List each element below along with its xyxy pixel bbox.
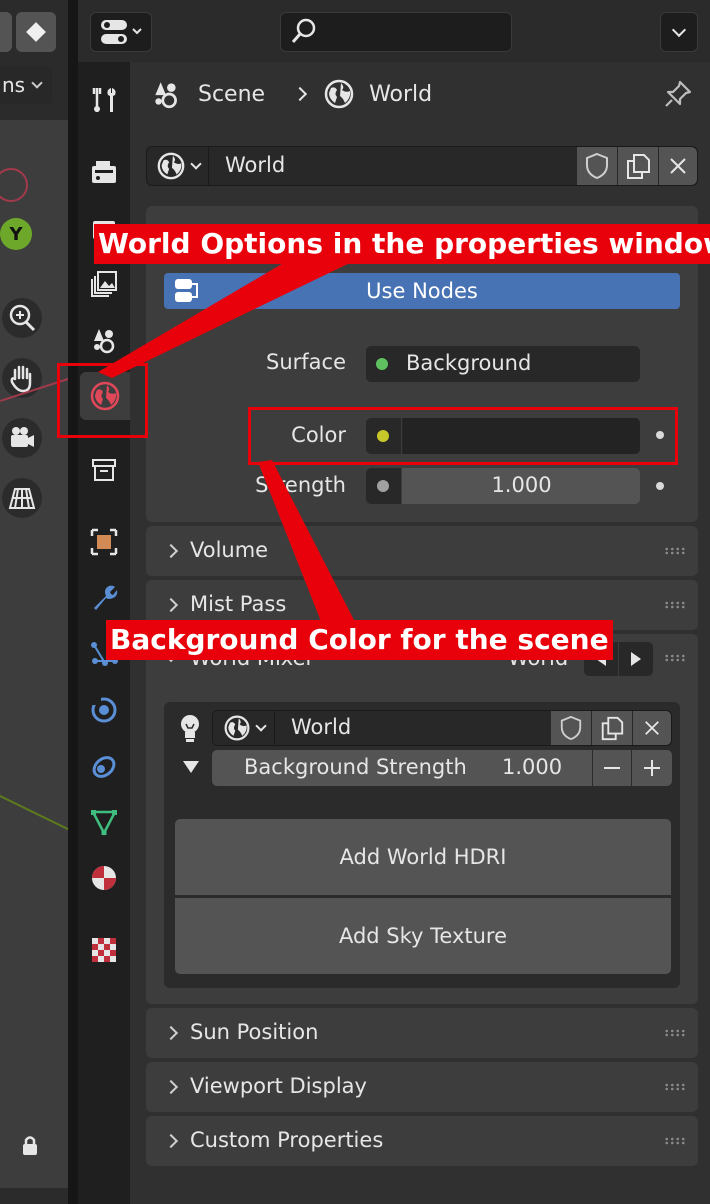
- annotation-arrow-color: [258, 460, 356, 624]
- annotation-world-options: World Options in the properties window: [94, 224, 710, 264]
- annotation-world-tab-box: [57, 363, 148, 438]
- annotation-arrow-world: [98, 258, 360, 378]
- annotation-color-box: [248, 407, 678, 465]
- annotation-background-color: Background Color for the scene: [106, 620, 613, 660]
- annotation-arrows: [98, 258, 360, 624]
